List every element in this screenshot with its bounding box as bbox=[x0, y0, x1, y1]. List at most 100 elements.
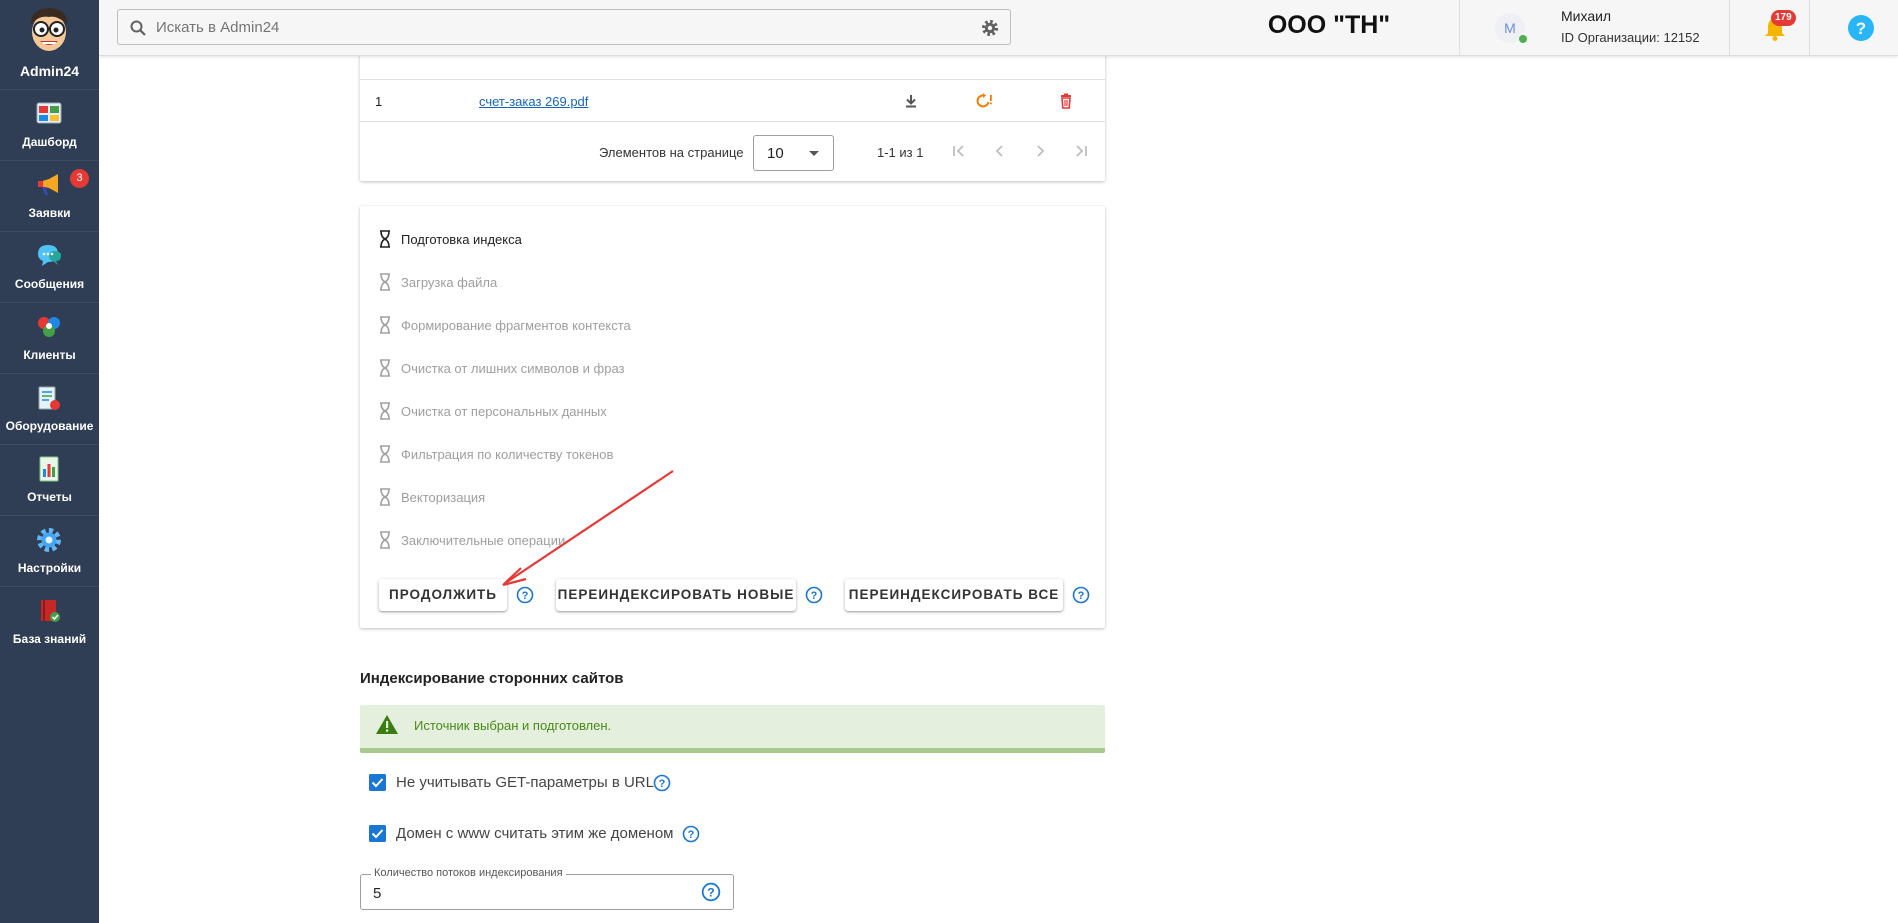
search-input[interactable] bbox=[156, 16, 956, 38]
sidebar-item-knowledge-base[interactable]: База знаний bbox=[0, 586, 99, 657]
svg-text:?: ? bbox=[688, 829, 695, 841]
sidebar-item-clients[interactable]: Клиенты bbox=[0, 302, 99, 373]
divider bbox=[1729, 0, 1730, 56]
notifications-badge: 179 bbox=[1771, 10, 1796, 26]
sidebar-nav: Дашборд 3 Заявки Сообщения Клиенты Обору… bbox=[0, 89, 99, 657]
next-page-icon[interactable] bbox=[1030, 141, 1050, 161]
sidebar-item-label: Клиенты bbox=[23, 348, 76, 362]
hourglass-icon bbox=[380, 359, 390, 377]
hourglass-icon bbox=[380, 230, 390, 248]
top-bar: ООО "ТН" М Михаил ID Организации: 12152 … bbox=[99, 0, 1898, 56]
step-label: Фильтрация по количеству токенов bbox=[401, 447, 614, 462]
sidebar-item-dashboard[interactable]: Дашборд bbox=[0, 89, 99, 160]
items-per-page-label: Элементов на странице bbox=[599, 145, 744, 160]
success-alert: Источник выбран и подготовлен. bbox=[360, 705, 1105, 753]
clients-icon bbox=[38, 317, 60, 337]
sidebar-item-label: Заявки bbox=[28, 206, 71, 220]
continue-button[interactable]: ПРОДОЛЖИТЬ bbox=[379, 579, 507, 611]
first-page-icon[interactable] bbox=[949, 141, 969, 161]
indexing-steps-card: Подготовка индекса Загрузка файла Формир… bbox=[360, 206, 1105, 628]
step-label: Заключительные операции bbox=[401, 533, 566, 548]
file-link[interactable]: счет-заказ 269.pdf bbox=[479, 94, 588, 109]
download-icon[interactable] bbox=[902, 92, 920, 110]
user-name[interactable]: Михаил bbox=[1561, 8, 1611, 24]
sidebar-item-label: Отчеты bbox=[27, 490, 72, 504]
reindex-all-button[interactable]: ПЕРЕИНДЕКСИРОВАТЬ ВСЕ bbox=[845, 579, 1063, 611]
threads-count-field: Количество потоков индексирования ? bbox=[360, 867, 734, 910]
equipment-icon bbox=[38, 386, 60, 410]
last-page-icon[interactable] bbox=[1071, 141, 1091, 161]
logo-face-icon bbox=[30, 8, 68, 51]
step-label: Формирование фрагментов контекста bbox=[401, 318, 631, 333]
sidebar-item-label: Сообщения bbox=[14, 277, 85, 291]
threads-count-input[interactable] bbox=[373, 883, 673, 903]
help-icon[interactable]: ? bbox=[1072, 586, 1090, 604]
svg-text:?: ? bbox=[1856, 19, 1866, 38]
step-label: Векторизация bbox=[401, 490, 486, 505]
help-icon[interactable]: ? bbox=[516, 586, 534, 604]
page-range: 1-1 из 1 bbox=[877, 145, 924, 160]
chat-icon bbox=[38, 245, 61, 266]
field-label: Количество потоков индексирования bbox=[371, 867, 566, 879]
svg-text:?: ? bbox=[811, 590, 818, 602]
reindex-icon[interactable] bbox=[975, 92, 993, 110]
organization-title: ООО "ТН" bbox=[1267, 11, 1391, 39]
divider bbox=[1459, 0, 1460, 56]
reports-icon bbox=[39, 456, 59, 482]
gear-icon[interactable] bbox=[980, 18, 1000, 38]
search-icon bbox=[130, 20, 146, 36]
search-box bbox=[117, 9, 1011, 45]
checkbox-checked-icon[interactable] bbox=[369, 825, 386, 842]
chevron-down-icon bbox=[809, 151, 819, 156]
settings-icon bbox=[37, 528, 61, 552]
page-size-select[interactable]: 10 bbox=[753, 135, 834, 171]
help-icon[interactable]: ? bbox=[1847, 14, 1875, 42]
sidebar-item-label: База знаний bbox=[12, 632, 87, 646]
sidebar-item-label: Дашборд bbox=[22, 135, 77, 149]
dashboard-icon bbox=[36, 102, 62, 124]
help-icon[interactable]: ? bbox=[805, 586, 823, 604]
help-icon[interactable]: ? bbox=[701, 882, 721, 902]
hourglass-icon bbox=[380, 316, 390, 334]
hourglass-icon bbox=[380, 445, 390, 463]
step-label: Подготовка индекса bbox=[401, 232, 522, 247]
sidebar-item-equipment[interactable]: Оборудование bbox=[0, 373, 99, 444]
sidebar-item-label: Настройки bbox=[17, 561, 82, 575]
files-table: 1 счет-заказ 269.pdf Элементов на страни… bbox=[360, 40, 1105, 181]
sidebar-item-reports[interactable]: Отчеты bbox=[0, 444, 99, 515]
delete-icon[interactable] bbox=[1057, 92, 1075, 110]
sidebar-item-label: Оборудование bbox=[5, 419, 94, 433]
sidebar: Admin24 Дашборд 3 Заявки Сообщения Клиен… bbox=[0, 0, 99, 923]
reindex-new-button[interactable]: ПЕРЕИНДЕКСИРОВАТЬ НОВЫЕ bbox=[556, 579, 796, 611]
sidebar-item-settings[interactable]: Настройки bbox=[0, 515, 99, 586]
hourglass-icon bbox=[380, 273, 390, 291]
checkbox-label: Не учитывать GET-параметры в URL bbox=[396, 774, 654, 791]
checkbox-checked-icon[interactable] bbox=[369, 774, 386, 791]
prev-page-icon[interactable] bbox=[990, 141, 1010, 161]
row-number: 1 bbox=[375, 94, 383, 109]
svg-text:?: ? bbox=[1078, 590, 1085, 602]
sidebar-item-requests[interactable]: 3 Заявки bbox=[0, 160, 99, 231]
online-status-dot bbox=[1519, 35, 1527, 43]
step-label: Очистка от лишних символов и фраз bbox=[401, 361, 625, 376]
page-size-value: 10 bbox=[767, 145, 784, 162]
hourglass-icon bbox=[380, 488, 390, 506]
app-name: Admin24 bbox=[19, 63, 80, 79]
checkbox-label: Домен с www считать этим же доменом bbox=[396, 825, 674, 842]
megaphone-icon bbox=[38, 174, 58, 195]
svg-text:?: ? bbox=[659, 778, 666, 790]
requests-badge: 3 bbox=[70, 169, 89, 188]
sidebar-item-messages[interactable]: Сообщения bbox=[0, 231, 99, 302]
hourglass-icon bbox=[380, 402, 390, 420]
organization-id: ID Организации: 12152 bbox=[1561, 30, 1700, 45]
divider bbox=[1809, 0, 1810, 56]
help-icon[interactable]: ? bbox=[682, 825, 700, 843]
step-label: Загрузка файла bbox=[401, 275, 498, 290]
step-label: Очистка от персональных данных bbox=[401, 404, 607, 419]
app-logo[interactable]: Admin24 bbox=[0, 0, 99, 85]
warning-triangle-icon bbox=[376, 715, 398, 734]
svg-text:?: ? bbox=[522, 590, 529, 602]
section-title: Индексирование сторонних сайтов bbox=[360, 670, 624, 687]
hourglass-icon bbox=[380, 531, 390, 549]
help-icon[interactable]: ? bbox=[653, 774, 671, 792]
